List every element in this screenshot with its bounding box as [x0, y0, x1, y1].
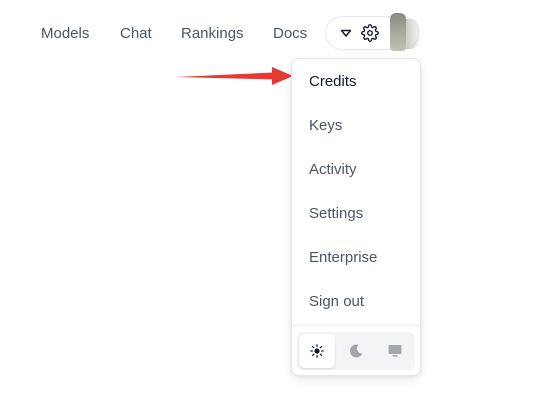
nav-link-chat[interactable]: Chat — [120, 24, 152, 44]
menu-divider — [292, 325, 420, 326]
theme-switcher — [297, 332, 415, 370]
account-menu-button[interactable] — [325, 13, 420, 51]
menu-item-enterprise[interactable]: Enterprise — [309, 248, 377, 268]
user-avatar[interactable] — [390, 13, 406, 51]
menu-item-settings[interactable]: Settings — [309, 204, 363, 224]
top-navigation: Models Chat Rankings Docs — [0, 0, 536, 68]
nav-link-rankings[interactable]: Rankings — [181, 24, 244, 44]
account-dropdown-menu: Credits Keys Activity Settings Enterpris… — [291, 58, 421, 376]
menu-item-sign-out[interactable]: Sign out — [309, 292, 364, 312]
nav-link-docs[interactable]: Docs — [273, 24, 307, 44]
menu-item-keys[interactable]: Keys — [309, 116, 342, 136]
sun-icon — [310, 344, 324, 358]
theme-light-button[interactable] — [299, 334, 335, 368]
gear-icon[interactable] — [361, 24, 379, 42]
annotation-arrow — [176, 67, 293, 85]
monitor-icon — [388, 345, 402, 357]
theme-system-button[interactable] — [377, 334, 413, 368]
nav-link-models[interactable]: Models — [41, 24, 89, 44]
menu-item-activity[interactable]: Activity — [309, 160, 357, 180]
menu-item-credits[interactable]: Credits — [309, 72, 357, 92]
caret-down-icon[interactable] — [338, 25, 354, 41]
avatar-edge — [406, 19, 420, 49]
theme-dark-button[interactable] — [338, 334, 374, 368]
moon-icon — [349, 344, 363, 358]
